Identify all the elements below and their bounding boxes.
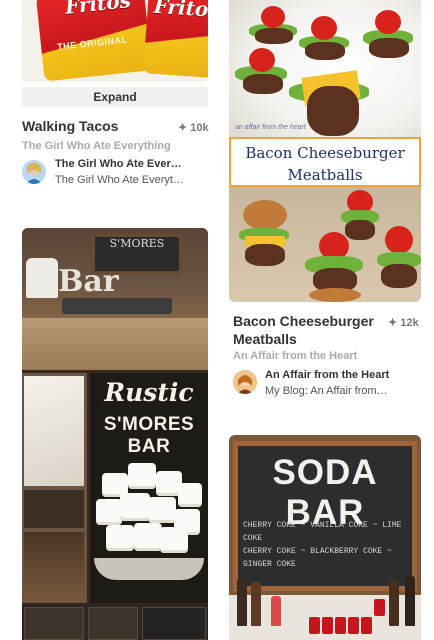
soda-can	[309, 617, 320, 634]
syrup-bottle	[251, 582, 261, 626]
chalkboard-text: S'MORES	[109, 237, 165, 250]
credit-board[interactable]: My Blog: An Affair from…	[265, 385, 388, 397]
soda-bar-image[interactable]: SODA BAR CHERRY COKE ~ VANILLA COKE ~ LI…	[229, 435, 421, 640]
syrup-bottle	[389, 580, 399, 626]
burger-bite	[289, 70, 373, 144]
saves-value: 10k	[190, 122, 209, 134]
chocolate-photo	[24, 532, 84, 602]
soda-can	[322, 617, 333, 634]
soda-can	[374, 599, 385, 616]
burger-bite	[249, 6, 299, 46]
soda-menu-line: CHERRY COKE ~ VANILLA COKE ~ LIME COKE	[243, 521, 402, 543]
burger-bite	[363, 10, 417, 80]
burger-bite	[297, 16, 353, 62]
burger-bite	[239, 200, 291, 270]
image-title-line: Bacon Cheeseburger	[245, 144, 405, 162]
collage-bottom-strip	[22, 603, 208, 640]
soda-can	[348, 617, 359, 634]
glass-bowl	[94, 558, 204, 580]
chip-bag: Fritos	[143, 0, 208, 79]
chip-brand: Fritos	[152, 0, 208, 23]
rustic-title: Rustic	[104, 378, 194, 407]
expand-button[interactable]: Expand	[22, 87, 208, 107]
soda-menu-line: CHERRY COKE ~ BLACKBERRY COKE ~ GINGER C…	[243, 547, 392, 569]
bar-letters: Bar	[58, 264, 119, 299]
burger-bite	[341, 190, 381, 244]
pin-source: An Affair from the Heart	[233, 350, 358, 362]
saves-count: ✦ 10k	[178, 121, 209, 134]
wood-table	[22, 318, 208, 370]
bacon-meatballs-image[interactable]: an affair from the heart Bacon Cheesebur…	[229, 0, 421, 302]
burger-bite	[235, 48, 291, 96]
soda-can	[335, 617, 346, 634]
avatar-image	[22, 160, 46, 184]
soda-can	[361, 617, 372, 634]
pin-source: The Girl Who Ate Everything	[22, 140, 171, 152]
chip-sub: THE ORIGINAL	[56, 34, 128, 52]
image-title-line: Meatballs	[287, 166, 363, 184]
burger-bite	[377, 226, 421, 296]
pin-title-line: Bacon Cheeseburger	[233, 313, 374, 329]
smores-bar-image[interactable]: S'MORES Bar Rustic S'MORES BAR	[22, 228, 208, 640]
image-title-box: Bacon Cheeseburger Meatballs	[229, 137, 421, 187]
marshmallows	[94, 453, 204, 573]
serving-tray	[62, 298, 172, 314]
saves-count: ✦ 12k	[388, 316, 419, 329]
gift-bag-photo	[24, 376, 84, 486]
soda-menu: CHERRY COKE ~ VANILLA COKE ~ LIME COKE C…	[243, 519, 413, 571]
watermark: an affair from the heart	[235, 124, 306, 131]
smores-bar-title: S'MORES BAR	[103, 414, 195, 457]
pin-icon: ✦	[388, 317, 398, 329]
chip-bag: Fritos THE ORIGINAL	[35, 0, 153, 82]
avatar[interactable]	[233, 370, 257, 394]
syrup-bottle	[405, 576, 415, 626]
cup	[271, 596, 281, 626]
pin-title-line: Meatballs	[233, 331, 297, 347]
pin-title[interactable]: Walking Tacos	[22, 118, 118, 134]
avatar-image	[233, 370, 257, 394]
credit-name[interactable]: The Girl Who Ate Ever…	[55, 158, 182, 170]
pin-icon: ✦	[178, 122, 188, 134]
avatar[interactable]	[22, 160, 46, 184]
chip-brand: Fritos	[63, 0, 132, 19]
credit-board[interactable]: The Girl Who Ate Everyt…	[55, 174, 184, 186]
small-sign-photo	[24, 490, 84, 528]
pin-title[interactable]: Bacon Cheeseburger Meatballs	[233, 312, 374, 348]
walking-tacos-image[interactable]: Fritos THE ORIGINAL Fritos	[22, 0, 208, 82]
credit-name[interactable]: An Affair from the Heart	[265, 369, 389, 381]
syrup-bottle	[237, 578, 247, 626]
saves-value: 12k	[400, 317, 419, 329]
marshmallow-jar	[26, 258, 58, 298]
